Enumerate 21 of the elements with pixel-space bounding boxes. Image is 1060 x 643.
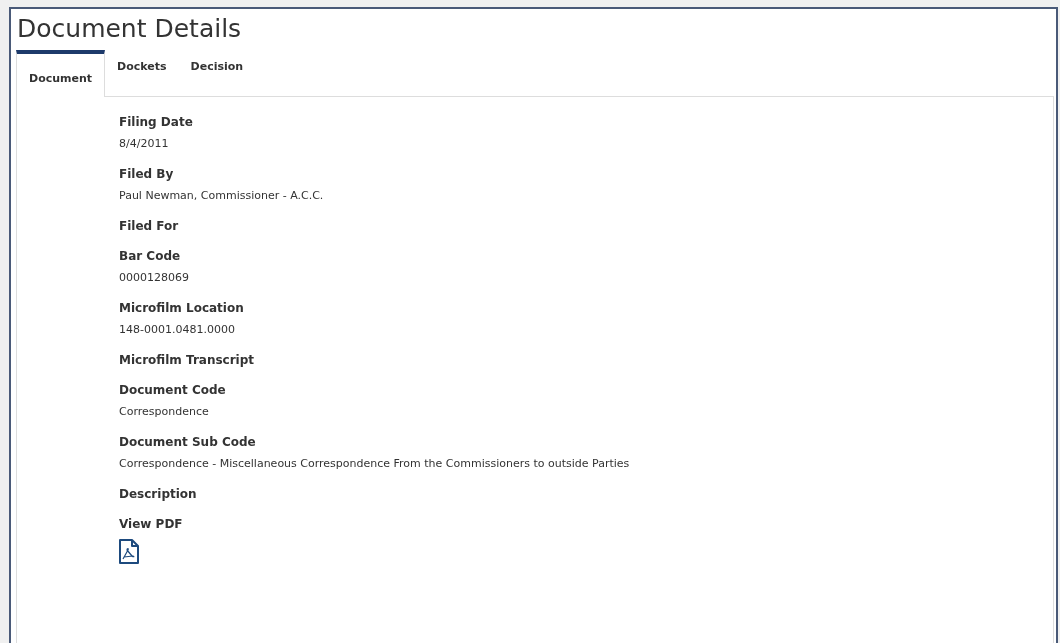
page-title: Document Details	[16, 13, 243, 45]
tab[interactable]: Decision	[178, 49, 256, 96]
field-value: 0000128069	[119, 270, 190, 286]
field-value: Paul Newman, Commissioner - A.C.C.	[119, 188, 325, 204]
field-label: Description	[119, 486, 198, 503]
field-label: Document Sub Code	[119, 434, 257, 451]
field-value: Correspondence - Miscellaneous Correspondence From the Commissioners to outside Parties	[119, 456, 631, 472]
field-label: View PDF	[119, 516, 184, 533]
field-label: Filing Date	[119, 114, 194, 131]
field-label: Filed By	[119, 166, 175, 183]
tab[interactable]: Dockets	[105, 49, 179, 96]
field-label: Microfilm Transcript	[119, 352, 256, 369]
field-label: Document Code	[119, 382, 227, 399]
field-value: Correspondence	[119, 404, 210, 420]
field-label: Bar Code	[119, 248, 182, 265]
tab[interactable]: Document	[16, 50, 106, 97]
pdf-file-icon[interactable]	[119, 539, 139, 564]
field-label: Microfilm Location	[119, 300, 245, 317]
field-value: 148-0001.0481.0000	[119, 322, 236, 338]
field-value: 8/4/2011	[119, 136, 170, 152]
field-label: Filed For	[119, 218, 180, 235]
